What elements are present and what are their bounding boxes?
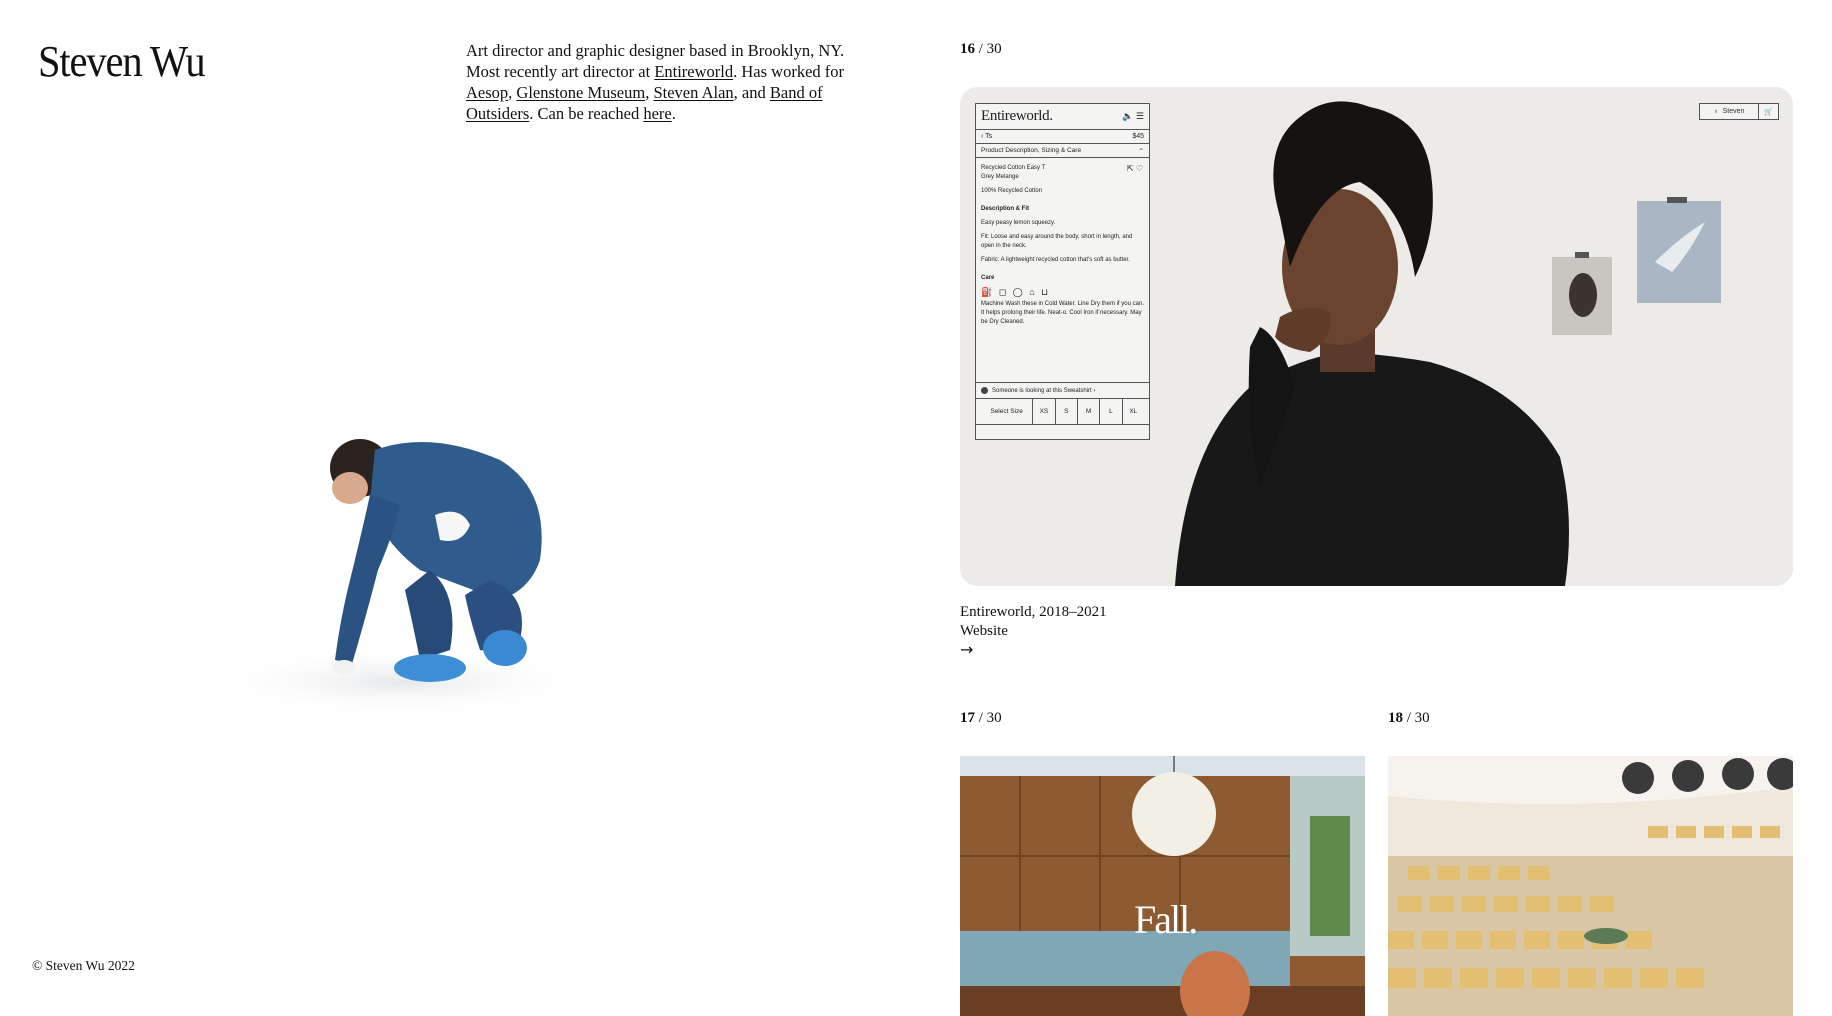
site-title[interactable]: Steven Wu [38,36,206,87]
cart-icon[interactable]: 🛒 [1759,104,1778,119]
arrow-right-icon[interactable]: → [960,641,1107,659]
project-counter: 16 / 30 [960,41,1002,58]
size-option-m[interactable]: M [1078,399,1101,424]
project-total: / 30 [1406,710,1430,726]
bio-segment: . Can be reached [529,104,644,123]
product-description: ⇱ ♡ Recycled Cotton Easy T Grey Melange 1… [976,158,1149,383]
bio-text: Art director and graphic designer based … [466,40,876,124]
fabric-text: Fabric: A lightweight recycled cotton th… [981,257,1130,263]
product-color: Grey Melange [981,174,1019,180]
size-selector: Select Size XS S M L XL [976,399,1149,425]
bio-segment: . [671,104,676,123]
social-proof-text: Someone is looking at this Sweatshirt › [992,387,1096,394]
link-entireworld[interactable]: Entireworld [654,62,733,81]
project-thumbnail-auditorium[interactable] [1388,756,1793,1016]
size-option-l[interactable]: L [1100,399,1123,424]
hero-figure-image [200,420,620,730]
accordion-header[interactable]: Product Description, Sizing & Care ⌃ [976,144,1149,158]
account-cart-chip: ♁ Steven 🛒 [1699,103,1779,120]
project-type: Website [960,623,1008,639]
care-symbols-icon: ⛽ ◻ ◯ ⌂ ⊔ [981,287,1051,297]
link-steven-alan[interactable]: Steven Alan [653,83,733,102]
project-counter: 17 / 30 [960,710,1002,727]
size-option-xs[interactable]: XS [1033,399,1056,424]
care-text: Machine Wash these in Cold Water. Line D… [981,301,1144,325]
account-button[interactable]: ♁ Steven [1700,104,1759,119]
project-title: Entireworld, 2018–2021 [960,604,1107,620]
project-index: 18 [1388,710,1403,726]
panel-header: Entireworld. 🔈 ☰ [976,104,1149,130]
project-total: / 30 [978,710,1002,726]
care-heading: Care [981,275,995,281]
product-material: 100% Recycled Cotton [981,188,1043,194]
share-wishlist-icon[interactable]: ⇱ ♡ [1127,164,1143,173]
size-option-s[interactable]: S [1056,399,1078,424]
fall-overlay-text: Fall. [1134,897,1198,942]
copyright-text: © Steven Wu 2022 [32,958,135,973]
select-size-label: Select Size [981,399,1034,424]
account-label: Steven [1722,108,1745,115]
project-index: 16 [960,41,975,57]
brand-logo[interactable]: Entireworld. [981,108,1053,125]
project-index: 17 [960,710,975,726]
chevron-up-icon: ⌃ [1138,147,1144,155]
desc-heading: Description & Fit [981,206,1030,212]
link-glenstone-museum[interactable]: Glenstone Museum [516,83,645,102]
fit-text: Fit: Loose and easy around the body, sho… [981,234,1133,249]
accordion-label: Product Description, Sizing & Care [981,147,1082,154]
link-aesop[interactable]: Aesop [466,83,508,102]
menu-icon[interactable]: 🔈 ☰ [1122,111,1144,122]
price-row: ‹ Ts $45 [976,130,1149,144]
product-detail-panel: Entireworld. 🔈 ☰ ‹ Ts $45 Product Descri… [975,103,1150,440]
back-link[interactable]: ‹ Ts [981,133,992,140]
project-total: / 30 [978,41,1002,57]
eye-icon [981,387,988,394]
link-contact-here[interactable]: here [643,104,671,123]
price-label: $45 [1132,133,1144,140]
product-name: Recycled Cotton Easy T [981,165,1046,171]
social-proof-row[interactable]: Someone is looking at this Sweatshirt › [976,383,1149,399]
project-thumbnail-entireworld[interactable]: Entireworld. 🔈 ☰ ‹ Ts $45 Product Descri… [960,87,1793,586]
bio-segment: , and [733,83,770,102]
desc-tagline: Easy peasy lemon squeezy. [981,220,1056,226]
project-counter: 18 / 30 [1388,710,1430,727]
project-caption: Entireworld, 2018–2021 Website → [960,603,1107,659]
user-icon: ♁ [1713,108,1719,115]
size-option-xl[interactable]: XL [1123,399,1144,424]
project-thumbnail-fall[interactable]: Fall. [960,756,1365,1016]
bio-segment: . Has worked for [733,62,845,81]
